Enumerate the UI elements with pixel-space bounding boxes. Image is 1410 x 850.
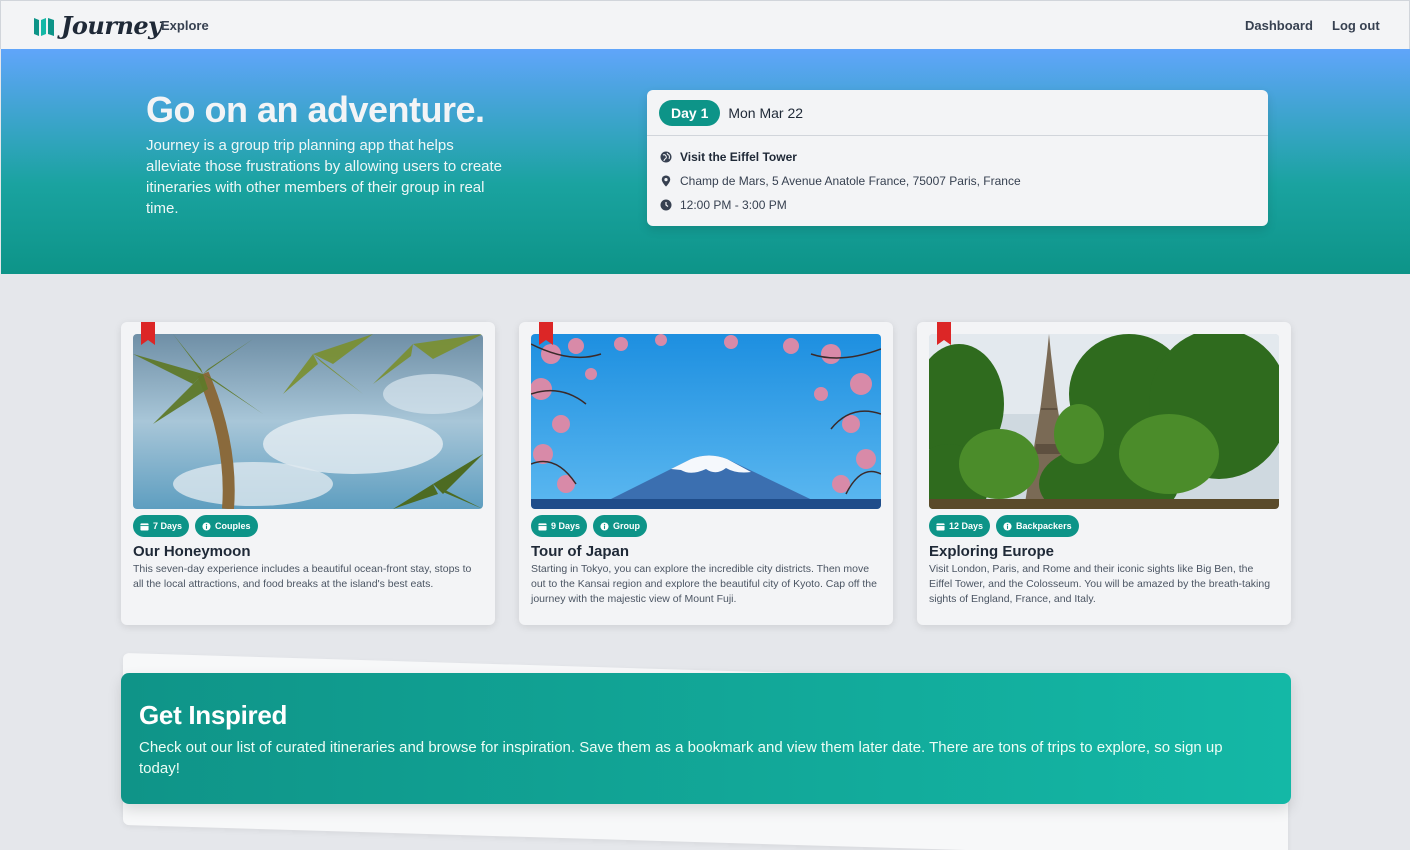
hero-description: Journey is a group trip planning app tha… [146,137,503,217]
globe-icon [660,151,672,163]
time-row: 12:00 PM - 3:00 PM [660,198,787,212]
nav-dashboard-link[interactable]: Dashboard [1245,18,1313,33]
category-label: Couples [215,521,251,531]
category-tag: Backpackers [996,515,1079,537]
info-icon [600,521,609,531]
address-row: Champ de Mars, 5 Avenue Anatole France, … [660,174,1021,188]
calendar-icon [936,522,945,531]
category-label: Backpackers [1016,521,1072,531]
trip-image-eiffel-tower [929,334,1279,509]
trip-title[interactable]: Exploring Europe [929,543,1054,560]
top-navbar: Journey Explore Dashboard Log out [0,0,1410,49]
day-badge: Day 1 [659,99,721,126]
hero-title: Go on an adventure. [146,89,485,130]
calendar-icon [538,522,547,531]
itinerary-date: Mon Mar 22 [728,104,804,121]
inspire-description: Check out our list of curated itinerarie… [139,739,1223,777]
itinerary-preview-card: Day 1 Mon Mar 22 Visit the Eiffel Tower … [647,90,1268,226]
duration-label: 7 Days [153,521,183,531]
trip-tags: 7 Days Couples [133,515,258,537]
map-pin-icon [661,175,671,187]
trip-image-mount-fuji [531,334,881,509]
trip-title[interactable]: Tour of Japan [531,543,629,560]
itinerary-preview-header: Day 1 Mon Mar 22 [647,90,1268,136]
journey-logo-icon [34,17,54,36]
trip-title[interactable]: Our Honeymoon [133,543,251,560]
duration-label: 9 Days [551,521,581,531]
trip-card-japan[interactable]: 9 Days Group Tour of Japan Starting in T… [519,322,893,625]
inspire-title: Get Inspired [139,700,288,730]
info-icon [1003,521,1012,531]
category-tag: Group [593,515,648,537]
trip-description: Visit London, Paris, and Rome and their … [929,563,1271,605]
trip-card-europe[interactable]: 12 Days Backpackers Exploring Europe Vis… [917,322,1291,625]
duration-label: 12 Days [949,521,984,531]
clock-icon [660,199,672,211]
trip-description: This seven-day experience includes a bea… [133,563,472,590]
get-inspired-banner: Get Inspired Check out our list of curat… [121,673,1291,804]
activity-row: Visit the Eiffel Tower [660,150,797,164]
trip-tags: 9 Days Group [531,515,648,537]
category-label: Group [613,521,641,531]
hero-banner: Go on an adventure. Journey is a group t… [1,49,1410,274]
activity-time: 12:00 PM - 3:00 PM [680,198,787,212]
nav-logout-link[interactable]: Log out [1332,18,1380,33]
trip-description: Starting in Tokyo, you can explore the i… [531,563,877,605]
duration-tag: 12 Days [929,515,991,537]
calendar-icon [140,522,149,531]
brand-name: Journey [61,11,162,40]
duration-tag: 7 Days [133,515,190,537]
category-tag: Couples [195,515,258,537]
trip-tags: 12 Days Backpackers [929,515,1079,537]
trip-card-honeymoon[interactable]: 7 Days Couples Our Honeymoon This seven-… [121,322,495,625]
brand-logo[interactable]: Journey [33,11,162,40]
info-icon [202,521,211,531]
duration-tag: 9 Days [531,515,588,537]
trip-image-palm-trees [133,334,483,509]
activity-address: Champ de Mars, 5 Avenue Anatole France, … [680,174,1021,188]
activity-name: Visit the Eiffel Tower [680,150,797,164]
nav-explore-link[interactable]: Explore [161,18,209,33]
